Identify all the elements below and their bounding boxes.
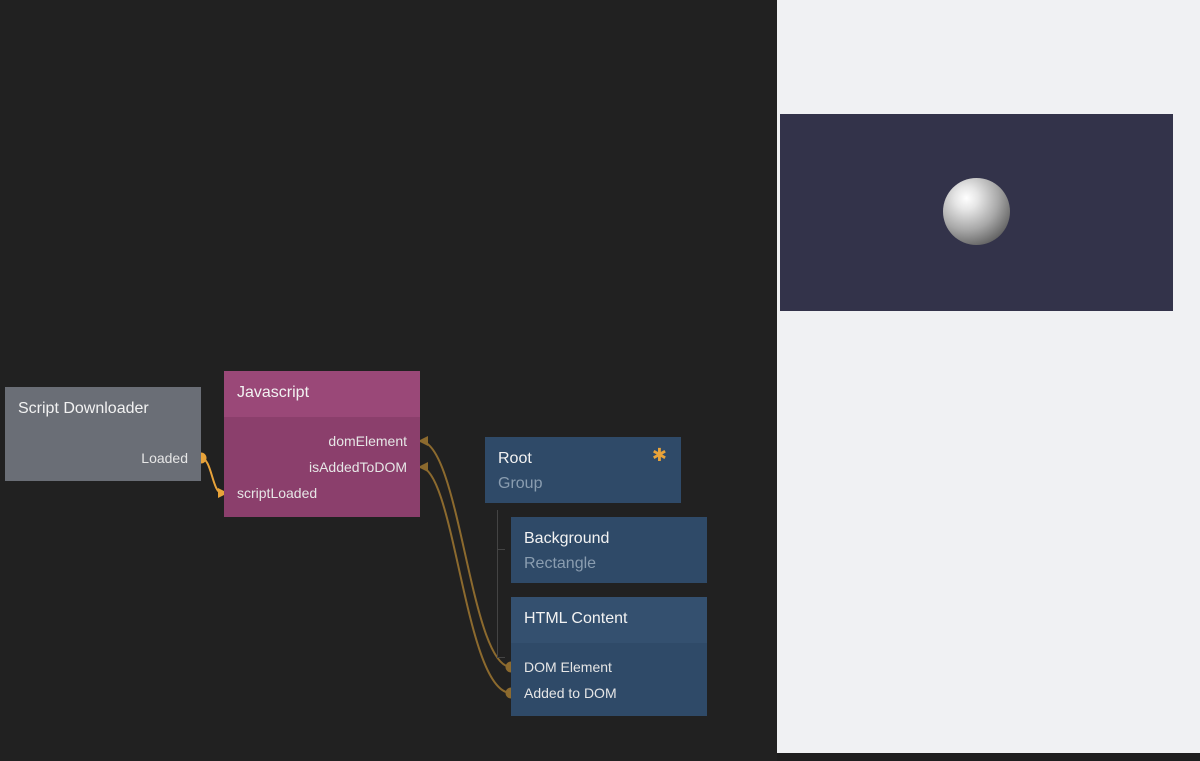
node-title: HTML Content xyxy=(524,610,628,627)
sphere-render xyxy=(943,178,1010,245)
preview-bottom-edge xyxy=(777,753,1200,761)
node-title: Javascript xyxy=(237,384,310,401)
hierarchy-tick xyxy=(497,657,505,658)
node-type: Group xyxy=(498,475,543,492)
port-label-scriptloaded[interactable]: scriptLoaded xyxy=(237,485,317,501)
node-javascript[interactable]: Javascript domElement isAddedToDOM scrip… xyxy=(224,371,420,517)
node-title: Background xyxy=(524,530,610,547)
port-label-domelement[interactable]: domElement xyxy=(328,433,407,449)
node-script-downloader[interactable]: Script Downloader Loaded xyxy=(5,387,201,481)
preview-panel xyxy=(777,0,1200,753)
node-title: Root xyxy=(498,450,532,467)
port-label-isaddedtodom[interactable]: isAddedToDOM xyxy=(309,459,407,475)
node-html-content[interactable]: HTML Content DOM Element Added to DOM xyxy=(511,597,707,716)
port-label-dom-element[interactable]: DOM Element xyxy=(524,659,612,675)
preview-viewport[interactable] xyxy=(780,114,1173,311)
hierarchy-tick xyxy=(497,549,505,550)
port-label-added-to-dom[interactable]: Added to DOM xyxy=(524,685,617,701)
wire-loaded-to-scriptloaded xyxy=(200,457,223,494)
root-star-icon: ✱ xyxy=(651,445,667,465)
node-type: Rectangle xyxy=(524,555,597,572)
port-label-loaded[interactable]: Loaded xyxy=(141,450,188,466)
node-root[interactable]: Root Group ✱ xyxy=(485,437,681,503)
node-background[interactable]: Background Rectangle xyxy=(511,517,707,583)
node-title: Script Downloader xyxy=(18,400,149,417)
hierarchy-line xyxy=(497,510,498,658)
